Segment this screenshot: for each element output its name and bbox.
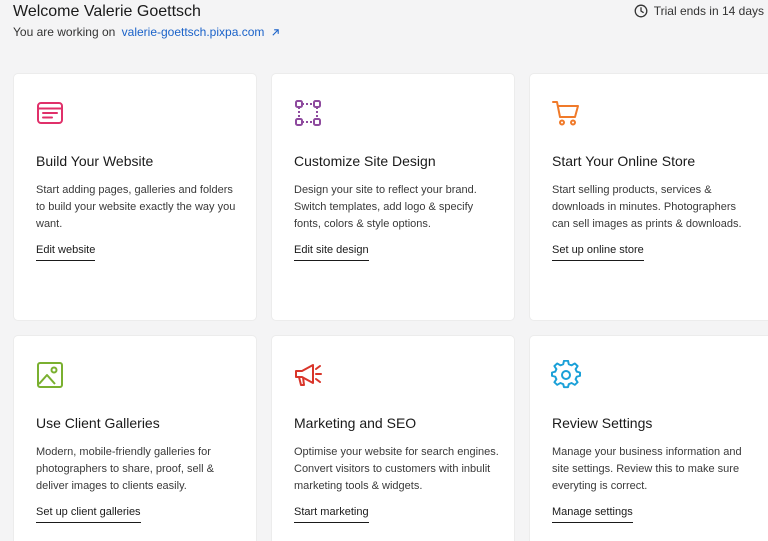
working-on-line: You are working on valerie-goettsch.pixp…	[13, 25, 280, 39]
welcome-heading: Welcome Valerie Goettsch	[13, 3, 201, 20]
card-build-website: Build Your Website Start adding pages, g…	[14, 74, 256, 320]
clock-icon	[634, 4, 648, 18]
manage-settings-link[interactable]: Manage settings	[552, 506, 633, 523]
card-title: Build Your Website	[36, 153, 154, 169]
card-description: Start adding pages, galleries and folder…	[36, 184, 236, 230]
megaphone-icon	[295, 364, 322, 386]
card-title: Marketing and SEO	[294, 415, 417, 431]
trial-text: Trial ends in 14 days	[653, 4, 764, 18]
card-marketing-seo: Marketing and SEO Optimise your website …	[272, 336, 514, 541]
site-url-text: valerie-goettsch.pixpa.com	[121, 25, 265, 39]
edit-site-design-link[interactable]: Edit site design	[294, 244, 369, 261]
card-client-galleries: Use Client Galleries Modern, mobile-frie…	[14, 336, 256, 541]
external-link-arrow-icon	[272, 29, 279, 36]
card-title: Customize Site Design	[294, 153, 436, 169]
working-on-label: You are working on	[13, 25, 116, 39]
shopping-cart-icon	[552, 101, 579, 126]
card-title: Use Client Galleries	[36, 415, 160, 431]
card-description: Modern, mobile-friendly galleries for ph…	[36, 446, 214, 492]
card-description: Design your site to reflect your brand. …	[294, 184, 477, 230]
site-url-link[interactable]: valerie-goettsch.pixpa.com	[122, 25, 280, 39]
card-description: Manage your business information and sit…	[552, 446, 742, 492]
card-customize-design: Customize Site Design Design your site t…	[272, 74, 514, 320]
card-title: Start Your Online Store	[552, 153, 696, 169]
gear-icon	[551, 360, 581, 389]
card-review-settings: Review Settings Manage your business inf…	[530, 336, 768, 541]
card-description: Optimise your website for search engines…	[294, 446, 499, 492]
image-icon	[37, 362, 63, 388]
set-up-online-store-link[interactable]: Set up online store	[552, 244, 644, 261]
edit-website-link[interactable]: Edit website	[36, 244, 96, 261]
design-nodes-icon	[295, 100, 321, 126]
start-marketing-link[interactable]: Start marketing	[294, 506, 369, 523]
set-up-client-galleries-link[interactable]: Set up client galleries	[36, 506, 141, 523]
dashboard-page: Welcome Valerie Goettsch You are working…	[0, 0, 768, 541]
card-online-store: Start Your Online Store Start selling pr…	[530, 74, 768, 320]
trial-status: Trial ends in 14 days	[634, 4, 764, 18]
card-title: Review Settings	[552, 415, 653, 431]
card-description: Start selling products, services & downl…	[552, 184, 742, 230]
browser-window-icon	[37, 102, 63, 124]
